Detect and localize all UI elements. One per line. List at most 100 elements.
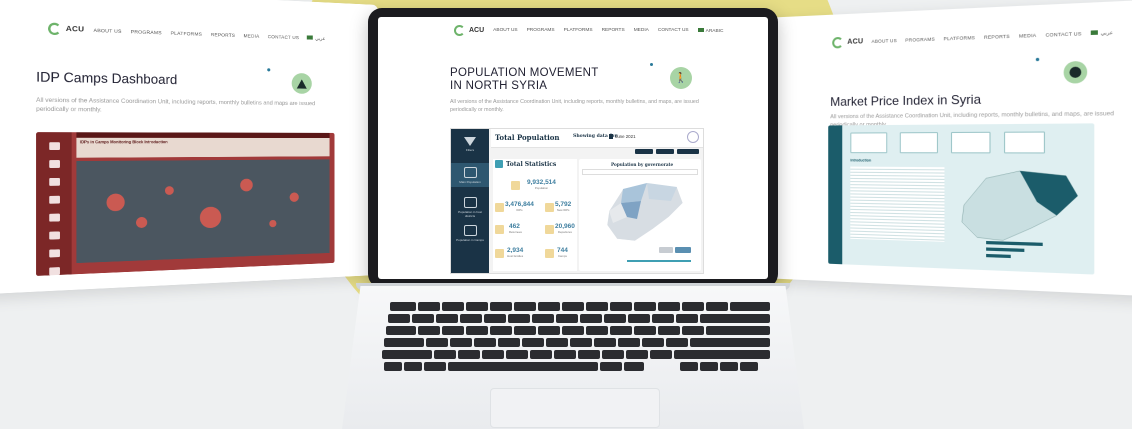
keyboard-key[interactable] [634,326,656,335]
keyboard-key[interactable] [508,314,530,323]
keyboard-key[interactable] [658,302,680,311]
keyboard-key[interactable] [390,302,416,311]
nav-reports[interactable]: REPORTS [984,34,1010,40]
date-value[interactable]: June 2021 [615,134,636,139]
keyboard-key[interactable] [442,302,464,311]
keyboard-key[interactable] [562,326,584,335]
nav-media[interactable]: MEDIA [634,28,649,33]
keyboard[interactable] [380,300,772,382]
map-toggle-button[interactable] [659,247,673,253]
keyboard-key[interactable] [586,326,608,335]
sidebar-item-camps[interactable]: Population in Camps [453,225,487,242]
keyboard-key[interactable] [706,302,728,311]
keyboard-key[interactable] [458,350,480,359]
keyboard-key[interactable] [586,302,608,311]
keyboard-key[interactable] [642,338,664,347]
keyboard-key[interactable] [658,326,680,335]
keyboard-key[interactable] [628,314,650,323]
sidebar-item-filters[interactable]: Filters [453,137,487,152]
syria-governorate-map[interactable] [601,179,686,247]
keyboard-key[interactable] [532,314,554,323]
keyboard-key[interactable] [730,302,770,311]
nav-programs[interactable]: PROGRAMS [905,36,935,42]
keyboard-key[interactable] [450,338,472,347]
keyboard-key[interactable] [570,338,592,347]
market-price-card[interactable]: ACU ABOUT US PROGRAMS PLATFORMS REPORTS … [762,0,1132,298]
keyboard-key[interactable] [466,302,488,311]
keyboard-key[interactable] [466,326,488,335]
keyboard-key[interactable] [690,338,770,347]
keyboard-key[interactable] [382,350,432,359]
keyboard-key[interactable] [618,338,640,347]
keyboard-key[interactable] [700,362,718,371]
keyboard-key[interactable] [554,350,576,359]
nav-contact[interactable]: CONTACT US [658,28,689,33]
keyboard-key[interactable] [680,362,698,371]
keyboard-key[interactable] [514,302,536,311]
keyboard-key[interactable] [490,302,512,311]
keyboard-key[interactable] [604,314,626,323]
tab-button[interactable] [677,149,699,154]
mpi-dashboard-thumbnail[interactable]: Introduction [828,123,1095,275]
tab-button[interactable] [656,149,674,154]
idp-map[interactable] [76,159,330,264]
acu-logo[interactable]: ACU [832,36,863,49]
keyboard-key[interactable] [386,326,416,335]
keyboard-key[interactable] [490,326,512,335]
population-dashboard[interactable]: Filters Main Population Population in ho… [450,128,704,274]
keyboard-key[interactable] [666,338,688,347]
nav-media[interactable]: MEDIA [244,33,260,39]
map-toggle-button[interactable] [675,247,691,253]
keyboard-key[interactable] [610,326,632,335]
idp-camps-card[interactable]: ACU ABOUT US PROGRAMS PLATFORMS REPORTS … [0,0,378,295]
acu-logo[interactable]: ACU [48,22,84,36]
keyboard-key[interactable] [624,362,644,371]
keyboard-key[interactable] [436,314,458,323]
keyboard-key[interactable] [498,338,520,347]
keyboard-key[interactable] [522,338,544,347]
keyboard-key[interactable] [562,302,584,311]
keyboard-key[interactable] [412,314,434,323]
keyboard-key[interactable] [426,338,448,347]
keyboard-key[interactable] [706,326,770,335]
keyboard-key[interactable] [424,362,446,371]
tab-button[interactable] [635,149,653,154]
keyboard-key[interactable] [538,302,560,311]
keyboard-key[interactable] [434,350,456,359]
keyboard-key[interactable] [506,350,528,359]
acu-logo[interactable]: ACU [454,25,484,36]
nav-about[interactable]: ABOUT US [872,38,897,44]
keyboard-key[interactable] [634,302,656,311]
keyboard-key[interactable] [556,314,578,323]
keyboard-key[interactable] [578,350,600,359]
keyboard-key[interactable] [674,350,770,359]
keyboard-key[interactable] [404,362,422,371]
nav-platforms[interactable]: PLATFORMS [171,30,203,36]
nav-media[interactable]: MEDIA [1019,33,1036,39]
nav-about[interactable]: ABOUT US [94,28,122,34]
keyboard-key[interactable] [594,338,616,347]
keyboard-key[interactable] [538,326,560,335]
keyboard-key[interactable] [580,314,602,323]
nav-contact[interactable]: CONTACT US [268,34,299,40]
trackpad[interactable] [490,388,660,428]
nav-language[interactable]: عربي [1091,29,1113,37]
idp-dashboard-thumbnail[interactable]: IDPs in Camps Monitoring Block Introduct… [36,132,335,276]
keyboard-key[interactable] [448,362,598,371]
keyboard-key[interactable] [610,302,632,311]
keyboard-key[interactable] [530,350,552,359]
sidebar-item-host-districts[interactable]: Population in host districts [453,197,487,218]
keyboard-key[interactable] [442,326,464,335]
keyboard-key[interactable] [682,302,704,311]
keyboard-key[interactable] [700,314,770,323]
nav-language[interactable]: ARABIC [697,27,724,34]
nav-reports[interactable]: REPORTS [211,32,235,38]
nav-platforms[interactable]: PLATFORMS [944,35,976,42]
keyboard-key[interactable] [720,362,738,371]
nav-language[interactable]: عربي [307,34,325,42]
keyboard-key[interactable] [482,350,504,359]
nav-contact[interactable]: CONTACT US [1046,31,1082,38]
keyboard-key[interactable] [460,314,482,323]
keyboard-key[interactable] [650,350,672,359]
keyboard-key[interactable] [474,338,496,347]
